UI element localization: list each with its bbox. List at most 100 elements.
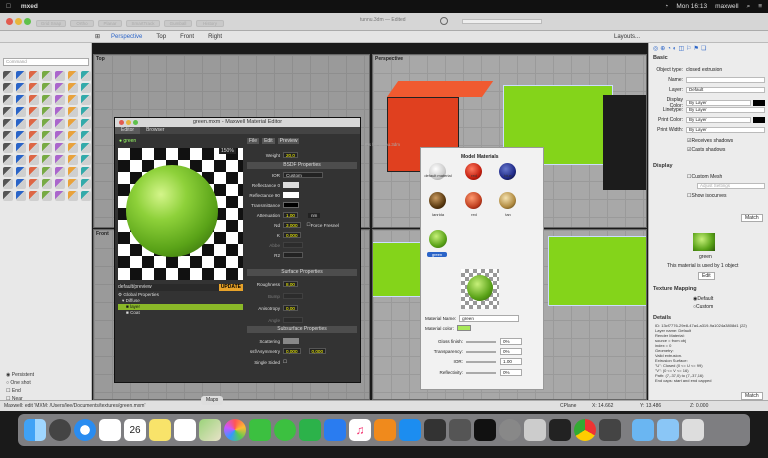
tool-button-icon[interactable]	[3, 83, 13, 93]
tool-button-icon[interactable]	[16, 83, 26, 93]
reflectance0-swatch[interactable]	[283, 182, 299, 188]
maxwell-render-icon[interactable]	[549, 419, 571, 441]
tab-browser[interactable]: Browser	[140, 127, 170, 134]
tool-button-icon[interactable]	[81, 167, 91, 177]
anisotropy-field[interactable]: 0,00	[283, 305, 298, 311]
mxed-icon[interactable]	[599, 419, 621, 441]
reflectance90-swatch[interactable]	[283, 192, 299, 198]
tab-editor[interactable]: Editor	[115, 127, 141, 134]
attenuation-field[interactable]: 1,00	[283, 212, 298, 218]
numbers-icon[interactable]	[299, 419, 321, 441]
print-width-select[interactable]: By Layer	[686, 127, 765, 133]
downloads-folder-icon[interactable]	[632, 419, 654, 441]
tool-button-icon[interactable]	[16, 179, 26, 189]
nd-field[interactable]: 3,000	[283, 222, 301, 228]
tool-button-icon[interactable]	[16, 155, 26, 165]
tool-button-icon[interactable]	[42, 155, 52, 165]
transparency-field[interactable]: 0%	[500, 348, 522, 355]
snap-end[interactable]: ☐ End	[6, 387, 34, 395]
tool-button-icon[interactable]	[3, 119, 13, 129]
weight-field[interactable]: 20,0	[283, 152, 298, 158]
facetime-icon[interactable]	[249, 419, 271, 441]
tool-button-icon[interactable]	[29, 179, 39, 189]
abbe-field[interactable]	[283, 242, 303, 248]
tab-perspective[interactable]: Perspective	[104, 34, 149, 40]
tool-button-icon[interactable]	[3, 179, 13, 189]
zoom-select[interactable]: 150%	[219, 148, 236, 154]
tool-button-icon[interactable]	[68, 167, 78, 177]
preview-icon[interactable]	[524, 419, 546, 441]
ortho-toggle[interactable]: Ortho	[70, 20, 94, 27]
tool-button-icon[interactable]	[29, 71, 39, 81]
preview-scene-select[interactable]: default/preview	[118, 284, 152, 291]
material-preview[interactable]	[118, 148, 243, 280]
safari-icon[interactable]	[74, 419, 96, 441]
books-icon[interactable]	[374, 419, 396, 441]
tool-button-icon[interactable]	[55, 155, 65, 165]
tool-button-icon[interactable]	[81, 83, 91, 93]
edit-menu[interactable]: Edit	[262, 138, 275, 144]
section-basic[interactable]: Basic	[653, 55, 668, 61]
tool-button-icon[interactable]	[68, 95, 78, 105]
tool-button-icon[interactable]	[55, 107, 65, 117]
tool-button-icon[interactable]	[3, 95, 13, 105]
reflectivity-field[interactable]: 0%	[500, 369, 522, 376]
tool-button-icon[interactable]	[42, 179, 52, 189]
tool-button-icon[interactable]	[81, 155, 91, 165]
photos-app-icon[interactable]	[99, 419, 121, 441]
tool-button-icon[interactable]	[29, 155, 39, 165]
ior-field[interactable]: 1.00	[500, 358, 522, 365]
tool-button-icon[interactable]	[68, 179, 78, 189]
music-icon[interactable]: ♫	[349, 419, 371, 441]
tool-button-icon[interactable]	[55, 83, 65, 93]
asymmetry-field[interactable]: 0,000	[283, 348, 301, 354]
app-menu-name[interactable]: mxed	[21, 3, 38, 10]
grid-snap-toggle[interactable]: Grid Snap	[36, 20, 66, 27]
file-menu[interactable]: File	[247, 138, 260, 144]
tool-button-icon[interactable]	[55, 71, 65, 81]
tool-button-icon[interactable]	[81, 107, 91, 117]
tool-button-icon[interactable]	[29, 143, 39, 153]
swatch-green[interactable]	[429, 230, 447, 248]
tool-button-icon[interactable]	[42, 107, 52, 117]
material-thumb[interactable]	[693, 233, 715, 251]
color-swatch[interactable]	[753, 117, 765, 123]
launchpad-icon[interactable]	[49, 419, 71, 441]
close-button[interactable]	[6, 18, 13, 25]
viewport-label[interactable]: Front	[96, 231, 109, 237]
clock[interactable]: Mon 16:13	[676, 3, 707, 10]
tool-button-icon[interactable]	[81, 191, 91, 201]
rhino-icon[interactable]	[424, 419, 446, 441]
reflectivity-slider[interactable]	[466, 371, 496, 374]
linetype-select[interactable]: By Layer	[686, 107, 765, 113]
tool-button-icon[interactable]	[16, 107, 26, 117]
tool-button-icon[interactable]	[42, 167, 52, 177]
swatch-ianrida[interactable]	[429, 192, 446, 209]
tool-button-icon[interactable]	[3, 191, 13, 201]
angle-field[interactable]	[283, 317, 303, 323]
messages-icon[interactable]	[274, 419, 296, 441]
tool-button-icon[interactable]	[3, 131, 13, 141]
swatch-red-2[interactable]	[465, 192, 482, 209]
wifi-icon[interactable]: ◔	[664, 3, 668, 10]
roughness-field[interactable]: 8,00	[283, 281, 298, 287]
zoom-button[interactable]	[133, 120, 138, 125]
tool-button-icon[interactable]	[55, 119, 65, 129]
reminders-icon[interactable]	[174, 419, 196, 441]
k-field[interactable]: 0,000	[283, 232, 301, 238]
tool-button-icon[interactable]	[81, 131, 91, 141]
update-button[interactable]: UPDATE	[218, 284, 243, 291]
tool-button-icon[interactable]	[68, 131, 78, 141]
ior-slider[interactable]	[466, 360, 496, 363]
tab-top[interactable]: Top	[149, 34, 173, 40]
scattering-swatch[interactable]	[283, 338, 299, 344]
section-display[interactable]: Display	[653, 163, 673, 169]
tool-button-icon[interactable]	[3, 167, 13, 177]
notes-icon[interactable]	[149, 419, 171, 441]
tool-button-icon[interactable]	[3, 107, 13, 117]
section-texture-mapping[interactable]: Texture Mapping	[653, 286, 697, 292]
planar-toggle[interactable]: Planar	[98, 20, 122, 27]
tool-button-icon[interactable]	[29, 83, 39, 93]
adjust-settings-button[interactable]: Adjust Settings	[697, 183, 765, 189]
viewport-label[interactable]: Perspective	[375, 56, 403, 62]
